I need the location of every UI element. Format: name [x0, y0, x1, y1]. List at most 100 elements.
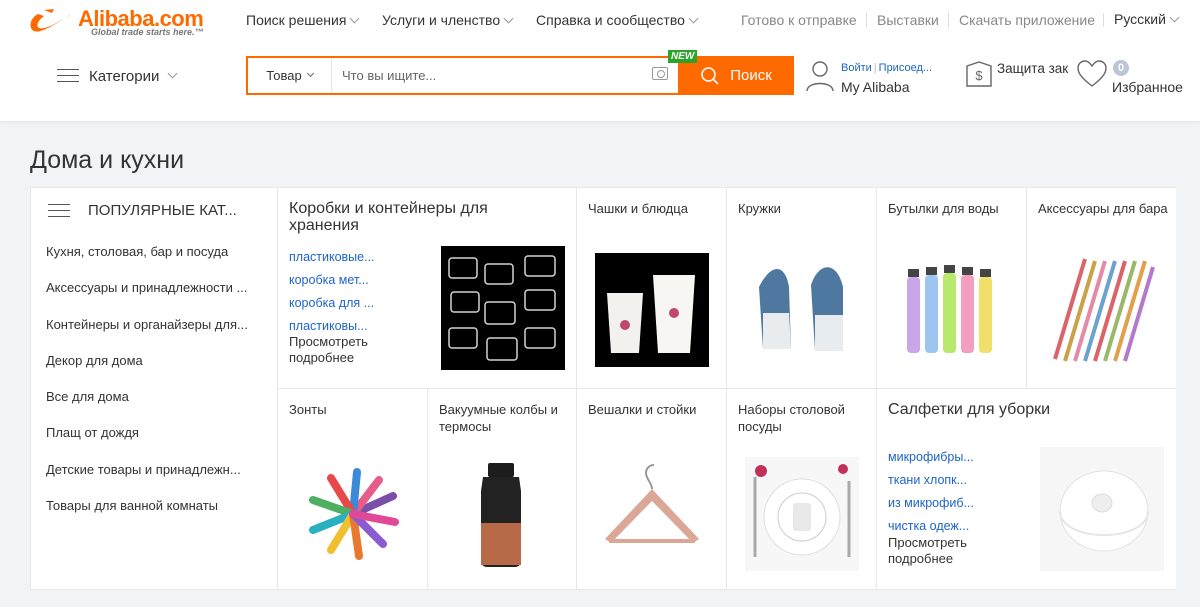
search-icon [701, 66, 719, 85]
featured-storage[interactable]: Коробки и контейнеры для хранения пласти… [278, 188, 577, 389]
search-input[interactable] [342, 58, 642, 93]
user-icon [806, 61, 834, 92]
category-link[interactable]: Все для дома [46, 389, 248, 425]
tile-cups[interactable]: Чашки и блюдца [577, 188, 727, 389]
camera-icon[interactable] [652, 67, 668, 80]
search-button-label: Поиск [730, 67, 772, 84]
join-link[interactable]: Присоед... [879, 62, 932, 74]
logo-tagline: Global trade starts here.™ [91, 27, 204, 37]
category-link[interactable]: Детские товары и принадлежн... [46, 462, 248, 498]
tile-flasks[interactable]: Вакуумные колбы и термосы [428, 389, 577, 589]
tile-umbrellas[interactable]: Зонты [278, 389, 428, 589]
view-more-link[interactable]: Просмотреть подробнее [888, 535, 988, 567]
tile-bottles-title: Бутылки для воды [888, 201, 999, 216]
chevron-down-icon [688, 13, 699, 24]
nav-label: Справка и сообщество [536, 12, 685, 28]
header: Alibaba.com Global trade starts here.™ П… [0, 0, 1200, 121]
nav-services-membership[interactable]: Услуги и членство [382, 12, 514, 28]
categories-menu-button[interactable]: Категории [57, 65, 178, 87]
categories-label: Категории [89, 67, 160, 85]
category-list: Кухня, столовая, бар и посуда Аксессуары… [46, 244, 248, 534]
tableware-image [745, 457, 859, 571]
chevron-down-icon [503, 13, 514, 24]
straws-image [1045, 253, 1159, 367]
category-link[interactable]: Кухня, столовая, бар и посуда [46, 244, 248, 280]
popular-categories: ПОПУЛЯРНЫЕ КАТ... Кухня, столовая, бар и… [31, 188, 278, 589]
heart-icon[interactable] [1076, 60, 1108, 88]
divider [1103, 13, 1104, 27]
tile-tableware[interactable]: Наборы столовой посуды [727, 389, 877, 589]
umbrellas-image [296, 457, 410, 571]
list-icon [48, 203, 70, 218]
tile-bar-accessories[interactable]: Аксессуары для бара [1027, 188, 1176, 389]
nav-label: Услуги и членство [382, 12, 501, 28]
tile-bar-title: Аксессуары для бара [1038, 201, 1168, 216]
signin-link[interactable]: Войти [841, 62, 872, 74]
nav-find-solutions[interactable]: Поиск решения [246, 12, 360, 28]
cups-image [595, 253, 709, 367]
vacuum-flask-image [445, 457, 559, 571]
new-badge: NEW [668, 50, 698, 63]
search-type-label: Товар [266, 68, 302, 83]
category-panel: ПОПУЛЯРНЫЕ КАТ... Кухня, столовая, бар и… [30, 187, 1176, 590]
search-bar: Товар Поиск [246, 56, 794, 95]
mugs-image [745, 253, 859, 367]
tile-mugs[interactable]: Кружки [727, 188, 877, 389]
bottles-image [895, 253, 1009, 367]
link-download-app[interactable]: Скачать приложение [959, 12, 1095, 28]
tile-hangers[interactable]: Вешалки и стойки [577, 389, 727, 589]
popular-heading-label: ПОПУЛЯРНЫЕ КАТ... [88, 202, 237, 219]
subcategory-link[interactable]: коробка для ... [289, 292, 375, 315]
chevron-down-icon [167, 68, 178, 78]
section-title: Дома и кухни [30, 146, 185, 174]
chevron-down-icon [1169, 12, 1180, 23]
tile-flasks-title: Вакуумные колбы и термосы [439, 402, 558, 434]
nav-help-community[interactable]: Справка и сообщество [536, 12, 699, 28]
category-link[interactable]: Плащ от дождя [46, 425, 248, 461]
link-trade-shows[interactable]: Выставки [877, 12, 939, 28]
user-account[interactable]: Войти | Присоед... My Alibaba [806, 60, 956, 96]
chevron-down-icon [349, 13, 360, 24]
wipes-roll-image [1040, 447, 1164, 571]
chevron-down-icon [306, 69, 314, 78]
svg-text:$: $ [975, 68, 983, 83]
featured-wipes-links: микрофибры... ткани хлопк... из микрофиб… [888, 446, 974, 538]
divider [948, 13, 949, 27]
tile-hangers-title: Вешалки и стойки [588, 402, 697, 417]
subcategory-link[interactable]: пластиковые... [289, 246, 375, 269]
search-type-dropdown[interactable]: Товар [248, 58, 332, 93]
popular-heading: ПОПУЛЯРНЫЕ КАТ... [48, 202, 237, 219]
alibaba-logo[interactable]: Alibaba.com Global trade starts here.™ [28, 6, 218, 40]
link-ready-to-ship[interactable]: Готово к отправке [741, 12, 857, 28]
subcategory-link[interactable]: из микрофиб... [888, 492, 974, 515]
featured-storage-links: пластиковые... коробка мет... коробка дл… [289, 246, 375, 338]
trade-assurance-icon: $ [966, 61, 992, 87]
category-link[interactable]: Товары для ванной комнаты [46, 498, 248, 534]
favorites-link[interactable]: Избранное [1112, 79, 1183, 95]
nav-label: Поиск решения [246, 12, 347, 28]
view-more-link[interactable]: Просмотреть подробнее [289, 334, 389, 366]
subcategory-link[interactable]: ткани хлопк... [888, 469, 974, 492]
storage-boxes-image [441, 246, 565, 370]
tile-umbrellas-title: Зонты [289, 402, 327, 417]
tile-bottles[interactable]: Бутылки для воды [877, 188, 1027, 389]
trade-assurance-link[interactable]: Защита зак [997, 61, 1068, 76]
tile-cups-title: Чашки и блюдца [588, 201, 688, 216]
signin-links: Войти | Присоед... [841, 62, 933, 74]
category-link[interactable]: Декор для дома [46, 353, 248, 389]
language-label: Русский [1114, 11, 1166, 27]
category-link[interactable]: Аксессуары и принадлежности ... [46, 280, 248, 316]
category-link[interactable]: Контейнеры и органайзеры для... [46, 317, 248, 353]
favorites-count-badge: 0 [1113, 60, 1129, 76]
menu-icon [57, 69, 79, 83]
subcategory-link[interactable]: коробка мет... [289, 269, 375, 292]
subcategory-link[interactable]: микрофибры... [888, 446, 974, 469]
tile-mugs-title: Кружки [738, 201, 781, 216]
tile-tableware-title: Наборы столовой посуды [738, 402, 845, 434]
language-selector[interactable]: Русский [1114, 11, 1180, 27]
my-alibaba-link[interactable]: My Alibaba [841, 79, 909, 95]
alibaba-logo-icon [30, 9, 72, 32]
featured-wipes[interactable]: Салфетки для уборки микрофибры... ткани … [877, 389, 1176, 589]
divider [866, 13, 867, 27]
hanger-image [595, 457, 709, 571]
